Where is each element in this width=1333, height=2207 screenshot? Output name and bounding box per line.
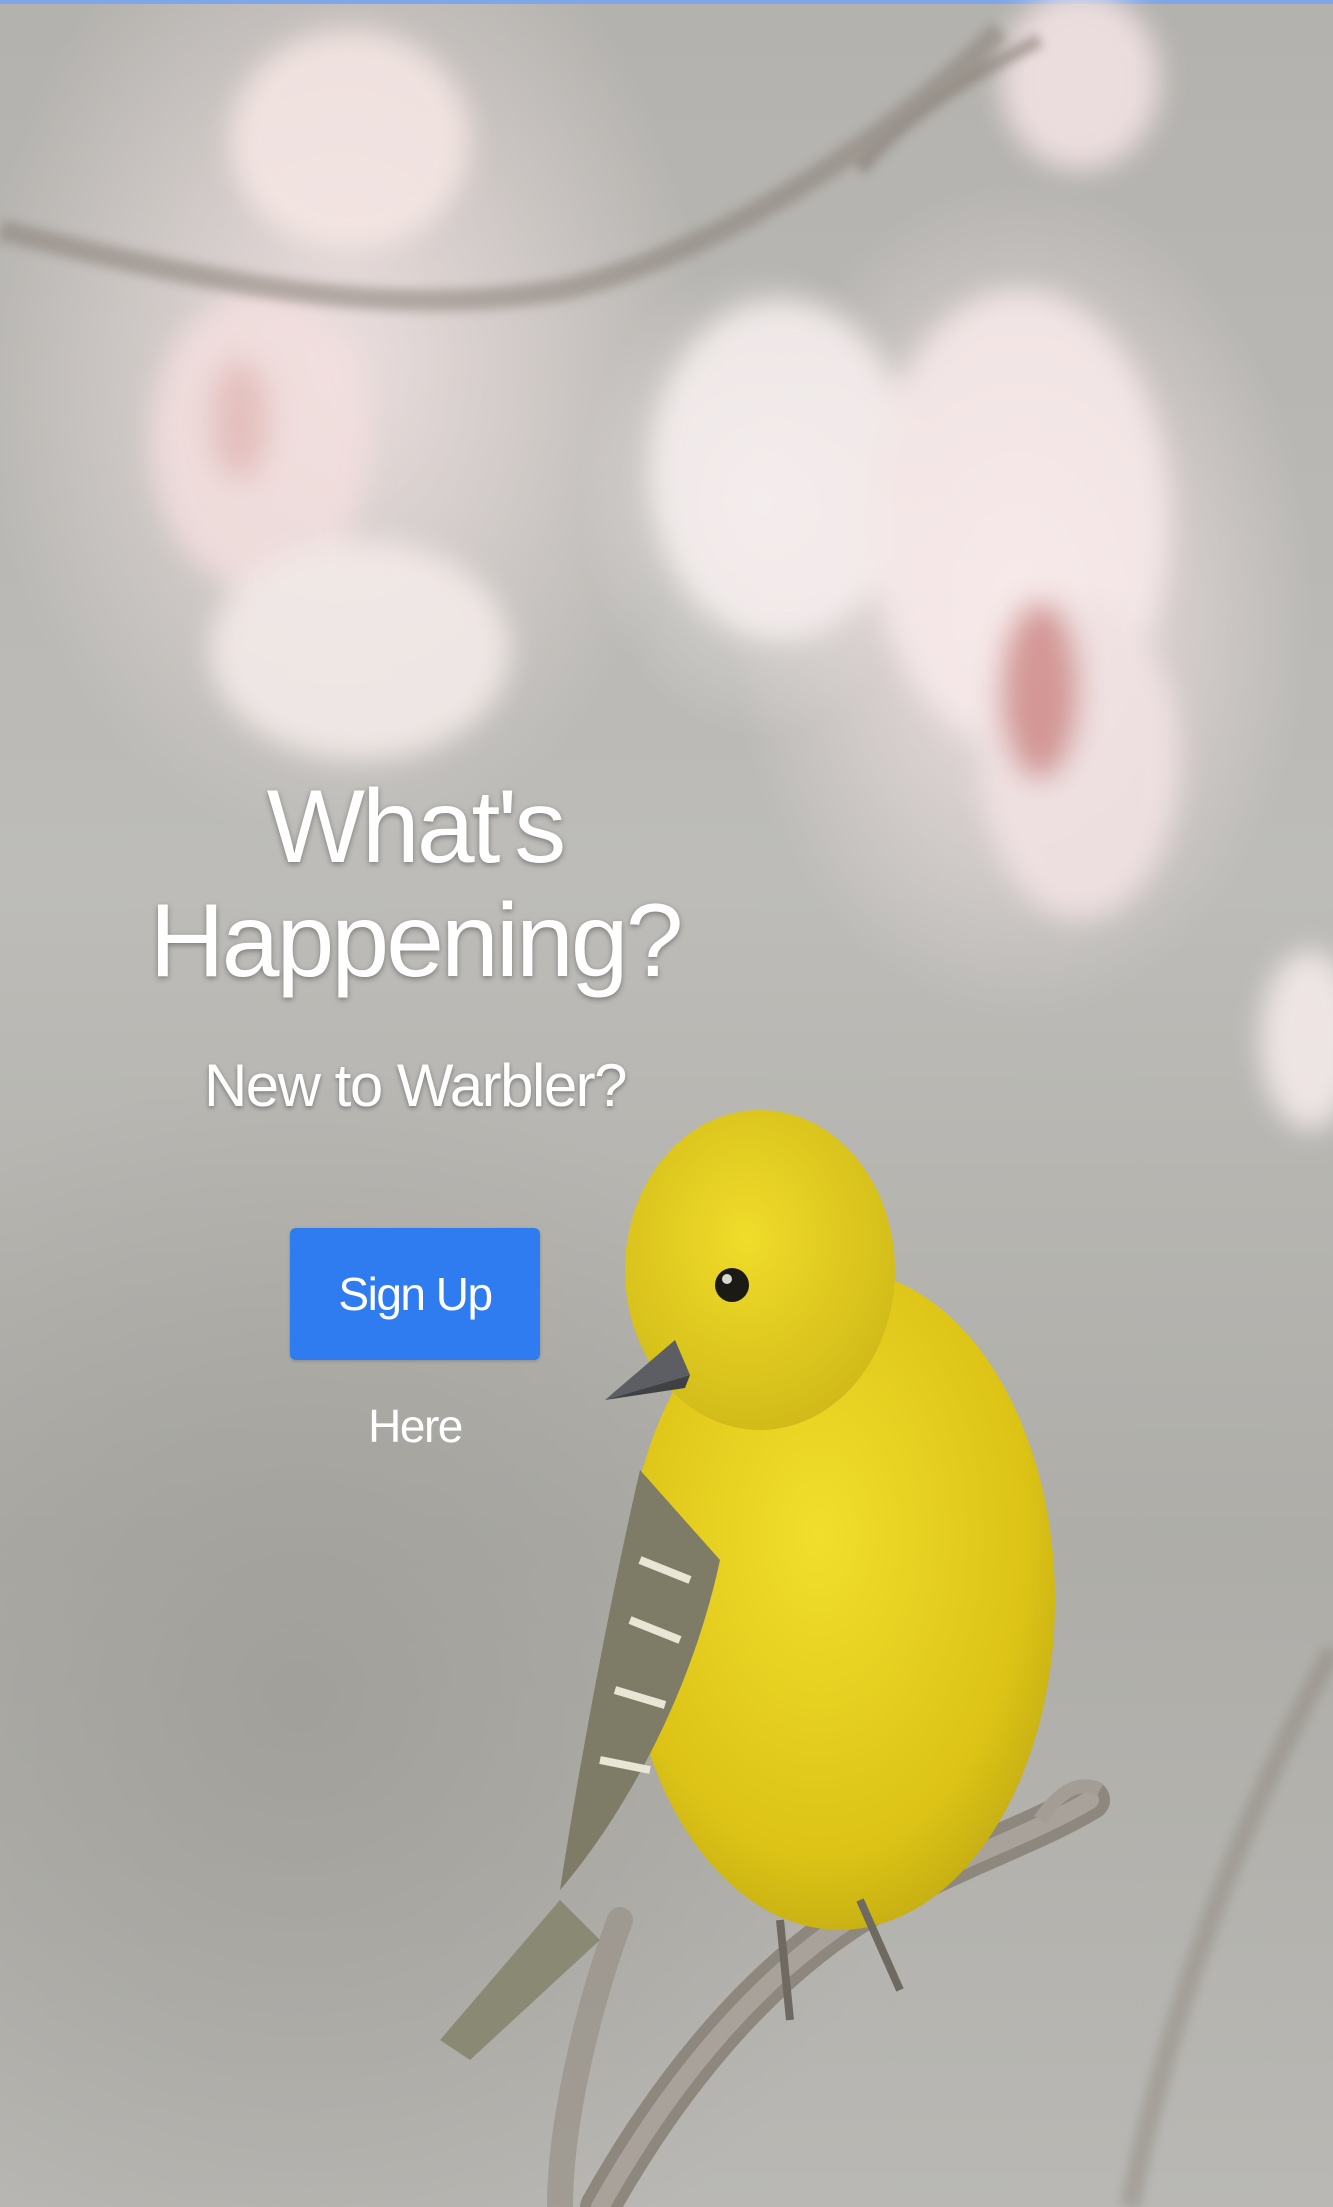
landing-page: What's Happening? New to Warbler? Sign U… — [0, 0, 1333, 2207]
hero-title: What's Happening? — [149, 769, 684, 1000]
hero-subtitle: New to Warbler? — [203, 1051, 628, 1119]
sign-up-button[interactable]: Sign Up Here — [290, 1227, 540, 1452]
hero-section: What's Happening? New to Warbler? Sign U… — [0, 769, 830, 1452]
